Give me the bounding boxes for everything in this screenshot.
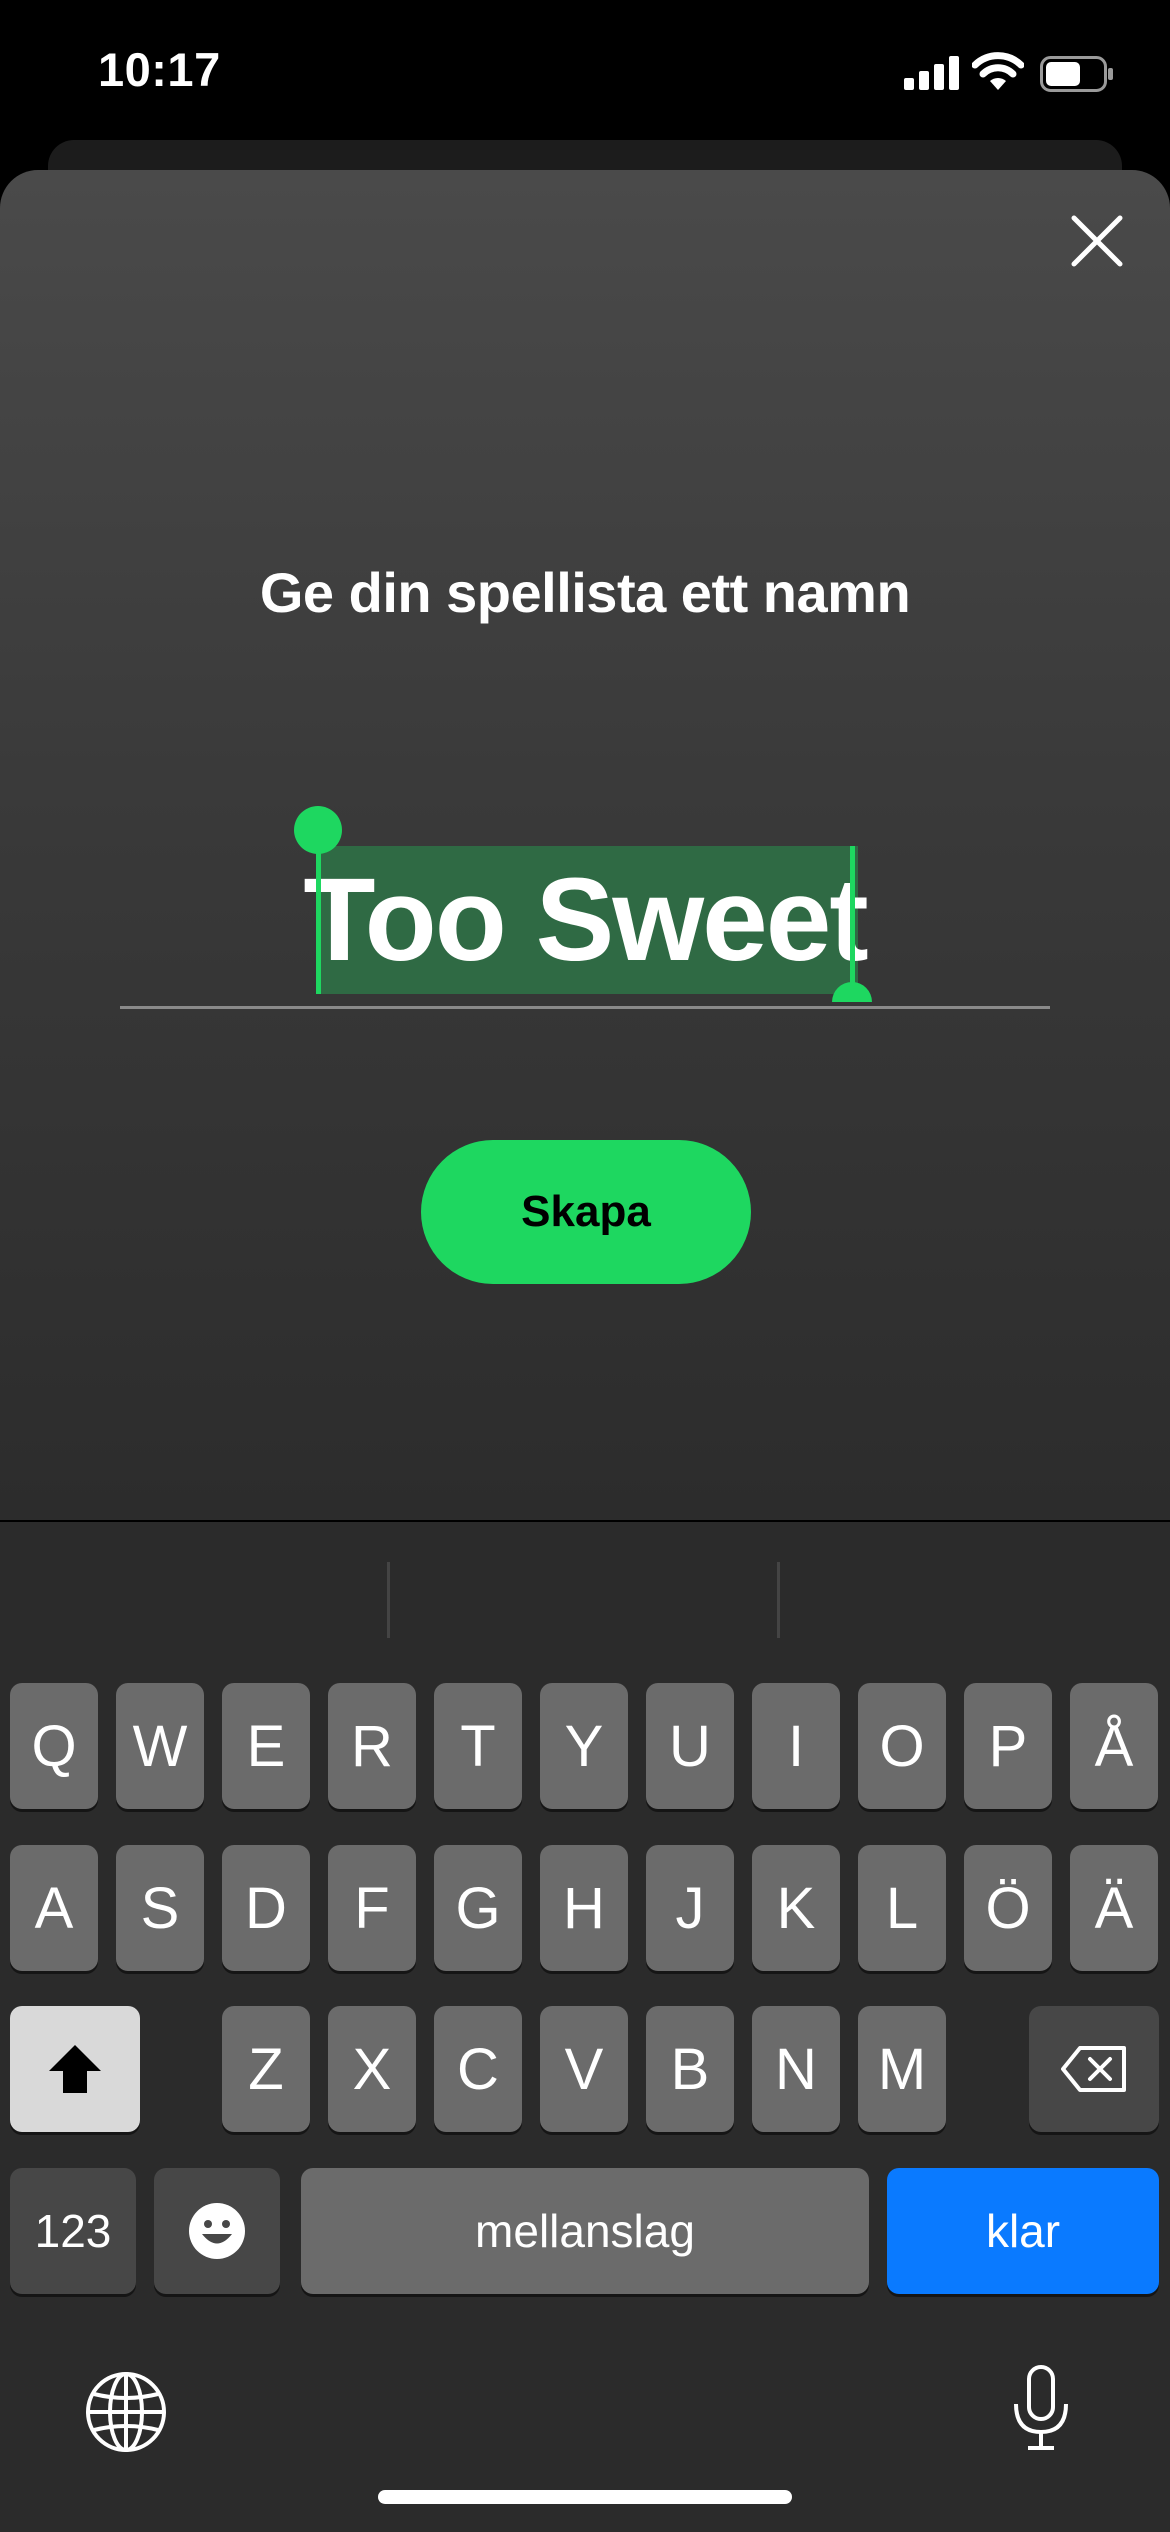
selection-end-handle[interactable] <box>850 846 855 996</box>
emoji-icon <box>189 2203 245 2259</box>
key-r[interactable]: R <box>328 1683 416 1809</box>
space-key[interactable]: mellanslag <box>301 2168 869 2294</box>
shift-arrow-icon <box>49 2045 101 2093</box>
key-w[interactable]: W <box>116 1683 204 1809</box>
key-q[interactable]: Q <box>10 1683 98 1809</box>
key-k[interactable]: K <box>752 1845 840 1971</box>
key-a-ring[interactable]: Å <box>1070 1683 1158 1809</box>
wifi-icon <box>972 52 1024 90</box>
backspace-key[interactable] <box>1029 2006 1159 2132</box>
key-f[interactable]: F <box>328 1845 416 1971</box>
input-underline <box>120 1006 1050 1009</box>
battery-icon <box>1040 56 1113 92</box>
key-v[interactable]: V <box>540 2006 628 2132</box>
home-indicator[interactable] <box>378 2490 792 2504</box>
suggestion-divider <box>777 1562 780 1638</box>
key-a[interactable]: A <box>10 1845 98 1971</box>
key-b[interactable]: B <box>646 2006 734 2132</box>
key-u[interactable]: U <box>646 1683 734 1809</box>
key-i[interactable]: I <box>752 1683 840 1809</box>
key-t[interactable]: T <box>434 1683 522 1809</box>
playlist-name-field[interactable]: Too Sweet <box>120 806 1050 1010</box>
shift-key[interactable] <box>10 2006 140 2132</box>
key-a-umlaut[interactable]: Ä <box>1070 1845 1158 1971</box>
status-time: 10:17 <box>98 43 221 96</box>
cellular-signal-icon <box>904 56 959 90</box>
key-x[interactable]: X <box>328 2006 416 2132</box>
key-e[interactable]: E <box>222 1683 310 1809</box>
selection-start-handle[interactable] <box>316 834 321 994</box>
close-icon[interactable] <box>1068 212 1126 270</box>
key-l[interactable]: L <box>858 1845 946 1971</box>
key-d[interactable]: D <box>222 1845 310 1971</box>
dialog-title: Ge din spellista ett namn <box>259 561 911 624</box>
key-n[interactable]: N <box>752 2006 840 2132</box>
key-y[interactable]: Y <box>540 1683 628 1809</box>
globe-icon[interactable] <box>84 2370 168 2454</box>
key-p[interactable]: P <box>964 1683 1052 1809</box>
key-c[interactable]: C <box>434 2006 522 2132</box>
done-key[interactable]: klar <box>887 2168 1159 2294</box>
key-j[interactable]: J <box>646 1845 734 1971</box>
key-o[interactable]: O <box>858 1683 946 1809</box>
create-button[interactable]: Skapa <box>421 1140 751 1284</box>
key-g[interactable]: G <box>434 1845 522 1971</box>
microphone-icon[interactable] <box>1010 2364 1072 2452</box>
key-z[interactable]: Z <box>222 2006 310 2132</box>
numbers-key[interactable]: 123 <box>10 2168 136 2294</box>
suggestion-divider <box>387 1562 390 1638</box>
emoji-key[interactable] <box>154 2168 280 2294</box>
selection-start-knob[interactable] <box>294 806 342 854</box>
key-h[interactable]: H <box>540 1845 628 1971</box>
playlist-name-input[interactable]: Too Sweet <box>120 840 1050 1000</box>
key-m[interactable]: M <box>858 2006 946 2132</box>
status-bar: 10:17 <box>0 0 1170 150</box>
key-s[interactable]: S <box>116 1845 204 1971</box>
backspace-icon <box>1061 2046 1126 2092</box>
key-o-umlaut[interactable]: Ö <box>964 1845 1052 1971</box>
